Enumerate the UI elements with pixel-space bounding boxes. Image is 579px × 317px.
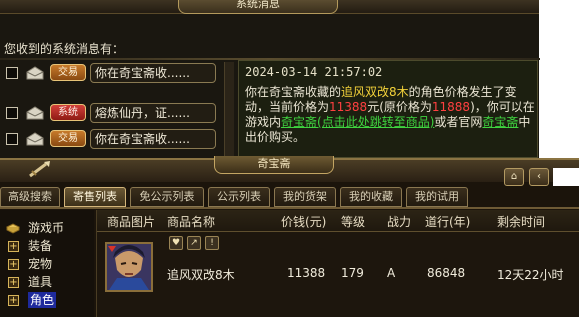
- message-preview[interactable]: 你在奇宝斋收......: [90, 63, 216, 83]
- current-price: 11388: [329, 100, 368, 114]
- table-row[interactable]: ♥ ↗ ! 追风双改8木 11388 179 A 86848 12天22小时: [97, 234, 579, 314]
- category-pet[interactable]: + 宠物: [6, 256, 92, 272]
- expand-icon[interactable]: +: [8, 259, 19, 270]
- divider: [0, 207, 579, 209]
- item-power: A: [387, 266, 396, 280]
- message-row[interactable]: 交易 你在奇宝斋收......: [0, 62, 232, 84]
- back-button[interactable]: ‹: [529, 168, 549, 186]
- category-label: 游戏币: [28, 221, 65, 235]
- message-prompt: 您收到的系统消息有：: [4, 42, 125, 56]
- message-tag: 系统: [50, 104, 86, 121]
- item-level: 179: [341, 266, 364, 280]
- background-area: [539, 0, 579, 160]
- item-name-highlight: 追风双改8木: [341, 85, 409, 99]
- category-tree: 游戏币 + 装备 + 宠物 + 道具 + 角色: [0, 210, 94, 317]
- item-price: 11388: [287, 266, 326, 280]
- category-label: 宠物: [28, 257, 53, 271]
- mail-icon: [26, 132, 44, 146]
- favorite-icon[interactable]: ♥: [169, 236, 183, 250]
- category-equipment[interactable]: + 装备: [6, 238, 92, 254]
- category-game-currency[interactable]: 游戏币: [6, 220, 92, 236]
- tab-my-shelf[interactable]: 我的货架: [274, 187, 336, 207]
- sword-icon: [29, 161, 50, 178]
- table-header: 商品图片 商品名称 价钱(元) 等级 战力 道行(年) 剩余时间: [97, 210, 579, 232]
- coin-icon: [6, 223, 20, 234]
- column-header[interactable]: 道行(年): [425, 213, 470, 230]
- message-window-title: 系统消息: [178, 0, 338, 14]
- item-remaining-time: 12天22小时: [497, 268, 564, 282]
- tab-my-favorites[interactable]: 我的收藏: [340, 187, 402, 207]
- shop-item-link[interactable]: 奇宝斋(点击此处跳转至商品): [281, 115, 434, 129]
- shop-tab-bar: 高级搜索 寄售列表 免公示列表 公示列表 我的货架 我的收藏 我的试用: [0, 187, 470, 207]
- message-checkbox[interactable]: [6, 133, 18, 145]
- shop-title: 奇宝斋: [214, 156, 334, 174]
- category-label: 角色: [28, 292, 57, 308]
- mail-icon: [26, 106, 44, 120]
- treasure-shop-window: 奇宝斋 ⌂ ‹ 高级搜索 寄售列表 免公示列表 公示列表 我的货架 我的收藏 我…: [0, 156, 579, 317]
- tab-publicity-list[interactable]: 公示列表: [208, 187, 270, 207]
- tab-my-trial[interactable]: 我的试用: [406, 187, 468, 207]
- column-header[interactable]: 剩余时间: [497, 213, 545, 230]
- item-dao: 86848: [427, 266, 466, 280]
- column-header[interactable]: 等级: [341, 213, 365, 230]
- message-tag: 交易: [50, 130, 86, 147]
- expand-icon[interactable]: +: [8, 295, 19, 306]
- expand-icon[interactable]: +: [8, 241, 19, 252]
- message-preview[interactable]: 你在奇宝斋收......: [90, 129, 216, 149]
- message-row[interactable]: 交易 你在奇宝斋收......: [0, 128, 232, 150]
- character-portrait-icon: [107, 244, 151, 290]
- tab-no-publicity-list[interactable]: 免公示列表: [130, 187, 204, 207]
- category-label: 装备: [28, 239, 53, 253]
- expand-icon[interactable]: +: [8, 277, 19, 288]
- tab-consignment-list[interactable]: 寄售列表: [64, 187, 126, 207]
- message-row[interactable]: 系统 熔炼仙丹，证......: [0, 102, 232, 124]
- original-price: 11888: [431, 100, 471, 114]
- system-message-window: 系统消息 您收到的系统消息有： 交易 你在奇宝斋收...... 系统 熔炼仙丹，…: [0, 0, 579, 160]
- message-timestamp: 2024-03-14 21:57:02: [245, 65, 383, 79]
- message-preview[interactable]: 熔炼仙丹，证......: [90, 103, 216, 123]
- character-avatar[interactable]: [105, 242, 153, 292]
- item-table: 商品图片 商品名称 价钱(元) 等级 战力 道行(年) 剩余时间 ♥ ↗ ! 追…: [96, 210, 579, 317]
- message-body: 你在奇宝斋收藏的追风双改8木的角色价格发生了变动，当前价格为11388元(原价格…: [245, 85, 535, 145]
- body-text: 你在奇宝斋收藏的: [245, 85, 342, 99]
- message-checkbox[interactable]: [6, 107, 18, 119]
- category-character[interactable]: + 角色: [6, 292, 92, 308]
- message-checkbox[interactable]: [6, 67, 18, 79]
- message-list: 交易 你在奇宝斋收...... 系统 熔炼仙丹，证...... 交易 你在奇宝斋…: [0, 62, 232, 158]
- category-label: 道具: [28, 275, 53, 289]
- body-text: 元(原价格为: [367, 100, 432, 114]
- mail-icon: [26, 66, 44, 80]
- tab-advanced-search[interactable]: 高级搜索: [0, 187, 60, 207]
- background-area: [553, 168, 579, 186]
- message-tag: 交易: [50, 64, 86, 81]
- message-list-scrollbar[interactable]: [224, 62, 234, 156]
- column-header[interactable]: 价钱(元): [281, 213, 326, 230]
- official-site-link[interactable]: 奇宝斋: [482, 115, 518, 129]
- column-header: 商品名称: [167, 215, 216, 229]
- message-detail-panel: 2024-03-14 21:57:02 你在奇宝斋收藏的追风双改8木的角色价格发…: [238, 60, 538, 158]
- info-icon[interactable]: !: [205, 236, 219, 250]
- column-header[interactable]: 战力: [387, 213, 411, 230]
- share-icon[interactable]: ↗: [187, 236, 201, 250]
- body-text: 或者官网: [434, 115, 483, 129]
- home-button[interactable]: ⌂: [504, 168, 524, 186]
- column-header: 商品图片: [107, 215, 156, 229]
- category-item[interactable]: + 道具: [6, 274, 92, 290]
- item-name[interactable]: 追风双改8木: [167, 266, 235, 283]
